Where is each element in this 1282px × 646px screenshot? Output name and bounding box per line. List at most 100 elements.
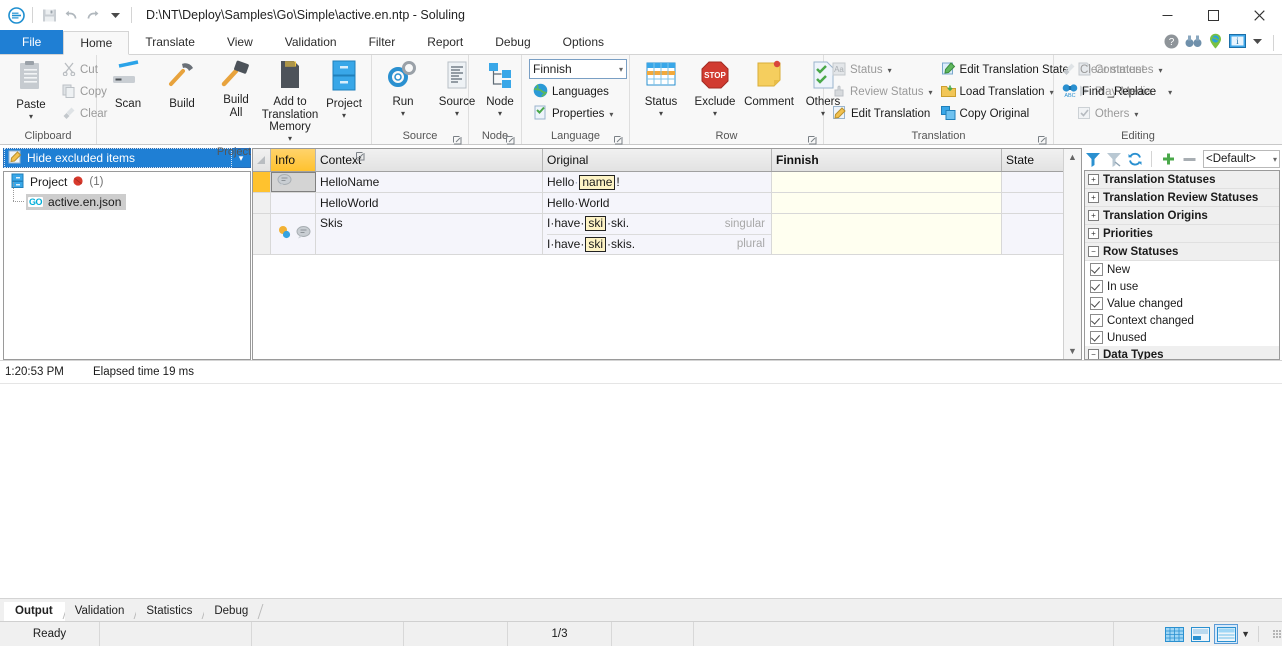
load-translation-button[interactable]: Load Translation ▾ — [937, 81, 1073, 103]
close-button[interactable] — [1236, 0, 1282, 30]
form-view-button[interactable] — [1189, 625, 1211, 643]
expander-plus-icon[interactable]: + — [1088, 192, 1099, 203]
clear-filter-icon[interactable] — [1105, 150, 1123, 168]
build-all-button[interactable]: Build All — [209, 58, 263, 121]
properties-button[interactable]: Properties ▾ — [529, 103, 627, 125]
filter-section-data-types[interactable]: − Data Types — [1085, 346, 1279, 359]
properties-chevron-down-icon[interactable]: ▾ — [609, 110, 613, 119]
checkbox-icon[interactable] — [1090, 314, 1103, 327]
undo-icon[interactable] — [61, 5, 81, 25]
filter-checkbox-value-changed[interactable]: Value changed — [1085, 295, 1279, 312]
translation-status-button[interactable]: Aa Status ▾ — [828, 59, 937, 81]
tree-node-active-en-json[interactable]: GO active.en.json — [13, 182, 250, 211]
node-chevron-down-icon[interactable]: ▾ — [498, 109, 502, 117]
view-mode-chevron-down-icon[interactable]: ▼ — [1241, 629, 1250, 639]
resize-grip[interactable] — [1273, 630, 1282, 638]
edit-translation-state-button[interactable]: Edit Translation State — [937, 59, 1073, 81]
clear-statuses-button[interactable]: Clear statuses ▾ — [1058, 59, 1176, 81]
language-select[interactable]: Finnish ▾ — [529, 59, 627, 79]
exclude-button[interactable]: STOP Exclude ▾ — [688, 58, 742, 119]
filter-section-translation-origins[interactable]: + Translation Origins — [1085, 207, 1279, 225]
translation-dialog-launcher-icon[interactable] — [1038, 134, 1047, 145]
tab-view[interactable]: View — [211, 30, 269, 54]
expander-plus-icon[interactable]: + — [1088, 228, 1099, 239]
project-dialog-launcher-icon[interactable] — [356, 150, 365, 160]
maximize-button[interactable] — [1190, 0, 1236, 30]
row-marker[interactable] — [253, 214, 271, 254]
tab-translate[interactable]: Translate — [129, 30, 211, 54]
filter-section-row-statuses[interactable]: − Row Statuses — [1085, 243, 1279, 261]
table-row[interactable]: HelloWorld Hello·World — [253, 193, 1063, 214]
row-translation[interactable] — [772, 172, 1002, 192]
find-replace-button[interactable]: ABC Find _Replace ▾ — [1058, 81, 1176, 103]
add-to-translation-memory-button[interactable]: Add to Translation Memory ▾ — [262, 58, 318, 144]
filter-icon[interactable] — [1084, 150, 1102, 168]
table-row[interactable]: Skis I·have· ski ·ski. singular I·have· ski… — [253, 214, 1063, 255]
grid-header-original[interactable]: Original — [543, 149, 772, 171]
filter-checkbox-new[interactable]: New — [1085, 261, 1279, 278]
tree-node-project[interactable]: Project (1) — [4, 172, 250, 192]
scroll-up-icon[interactable]: ▲ — [1068, 149, 1077, 165]
expander-plus-icon[interactable]: + — [1088, 174, 1099, 185]
edit-translation-button[interactable]: Edit Translation — [828, 103, 937, 125]
refresh-icon[interactable] — [1126, 150, 1144, 168]
review-status-chevron-down-icon[interactable]: ▾ — [929, 88, 933, 97]
add-to-tm-chevron-down-icon[interactable]: ▾ — [288, 134, 292, 142]
redo-icon[interactable] — [83, 5, 103, 25]
filter-preset-select[interactable]: <Default> ▾ — [1203, 150, 1280, 168]
filter-preset-chevron-down-icon[interactable]: ▾ — [1273, 155, 1277, 164]
language-chevron-down-icon[interactable]: ▾ — [619, 65, 623, 74]
monitor-info-icon[interactable]: i — [1229, 33, 1246, 52]
tab-validation[interactable]: Validation — [269, 30, 353, 54]
filter-checkbox-in-use[interactable]: In use — [1085, 278, 1279, 295]
filter-checkbox-context-changed[interactable]: Context changed — [1085, 312, 1279, 329]
bottom-tab-statistics[interactable]: Statistics — [136, 602, 205, 621]
build-button[interactable]: Build — [155, 58, 209, 113]
bottom-tab-validation[interactable]: Validation — [64, 602, 137, 621]
row-comment-button[interactable]: Comment — [742, 58, 796, 111]
filter-checkbox-unused[interactable]: Unused — [1085, 329, 1279, 346]
help-icon[interactable]: ? — [1164, 34, 1179, 52]
project-chevron-down-icon[interactable]: ▾ — [342, 111, 346, 119]
checkbox-icon[interactable] — [1090, 297, 1103, 310]
exclude-chevron-down-icon[interactable]: ▾ — [713, 109, 717, 117]
project-button[interactable]: Project ▾ — [317, 58, 371, 121]
source-dialog-launcher-icon[interactable] — [453, 134, 462, 145]
expander-minus-icon[interactable]: − — [1088, 246, 1099, 257]
filter-section-translation-review-statuses[interactable]: + Translation Review Statuses — [1085, 189, 1279, 207]
languages-button[interactable]: Languages — [529, 81, 627, 103]
grid-vertical-scrollbar[interactable]: ▲ ▼ — [1063, 149, 1081, 359]
node-dialog-launcher-icon[interactable] — [506, 134, 515, 145]
paste-button[interactable]: Paste ▾ — [4, 58, 58, 122]
row-status-button[interactable]: Status ▾ — [634, 58, 688, 119]
grid-view-button[interactable] — [1163, 625, 1185, 643]
review-status-button[interactable]: Review Status ▾ — [828, 81, 937, 103]
table-row[interactable]: HelloName Hello · name! — [253, 172, 1063, 193]
scroll-down-icon[interactable]: ▼ — [1068, 343, 1077, 359]
tab-report[interactable]: Report — [411, 30, 479, 54]
expander-plus-icon[interactable]: + — [1088, 210, 1099, 221]
run-button[interactable]: Run ▾ — [376, 58, 430, 119]
row-dialog-launcher-icon[interactable] — [808, 134, 817, 145]
run-chevron-down-icon[interactable]: ▾ — [401, 109, 405, 117]
paste-chevron-down-icon[interactable]: ▾ — [29, 112, 33, 120]
tab-debug[interactable]: Debug — [479, 30, 546, 54]
split-view-button[interactable] — [1214, 624, 1239, 644]
filter-section-translation-statuses[interactable]: + Translation Statuses — [1085, 171, 1279, 189]
add-icon[interactable] — [1159, 150, 1177, 168]
find-replace-chevron-down-icon[interactable]: ▾ — [1168, 88, 1172, 97]
translation-status-chevron-down-icon[interactable]: ▾ — [888, 66, 892, 75]
customize-qat-icon[interactable] — [105, 5, 125, 25]
load-translation-chevron-down-icon[interactable]: ▾ — [1050, 88, 1054, 97]
output-panel[interactable] — [0, 382, 1282, 598]
language-dialog-launcher-icon[interactable] — [614, 134, 623, 145]
row-info-cell[interactable] — [271, 172, 316, 192]
row-marker[interactable] — [253, 193, 271, 213]
filter-section-priorities[interactable]: + Priorities — [1085, 225, 1279, 243]
save-icon[interactable] — [39, 5, 59, 25]
bottom-tab-debug[interactable]: Debug — [204, 602, 261, 621]
tab-home[interactable]: Home — [63, 31, 130, 55]
copy-original-button[interactable]: Copy Original — [937, 103, 1073, 125]
expander-minus-icon[interactable]: − — [1088, 349, 1099, 359]
tab-options[interactable]: Options — [547, 30, 620, 54]
